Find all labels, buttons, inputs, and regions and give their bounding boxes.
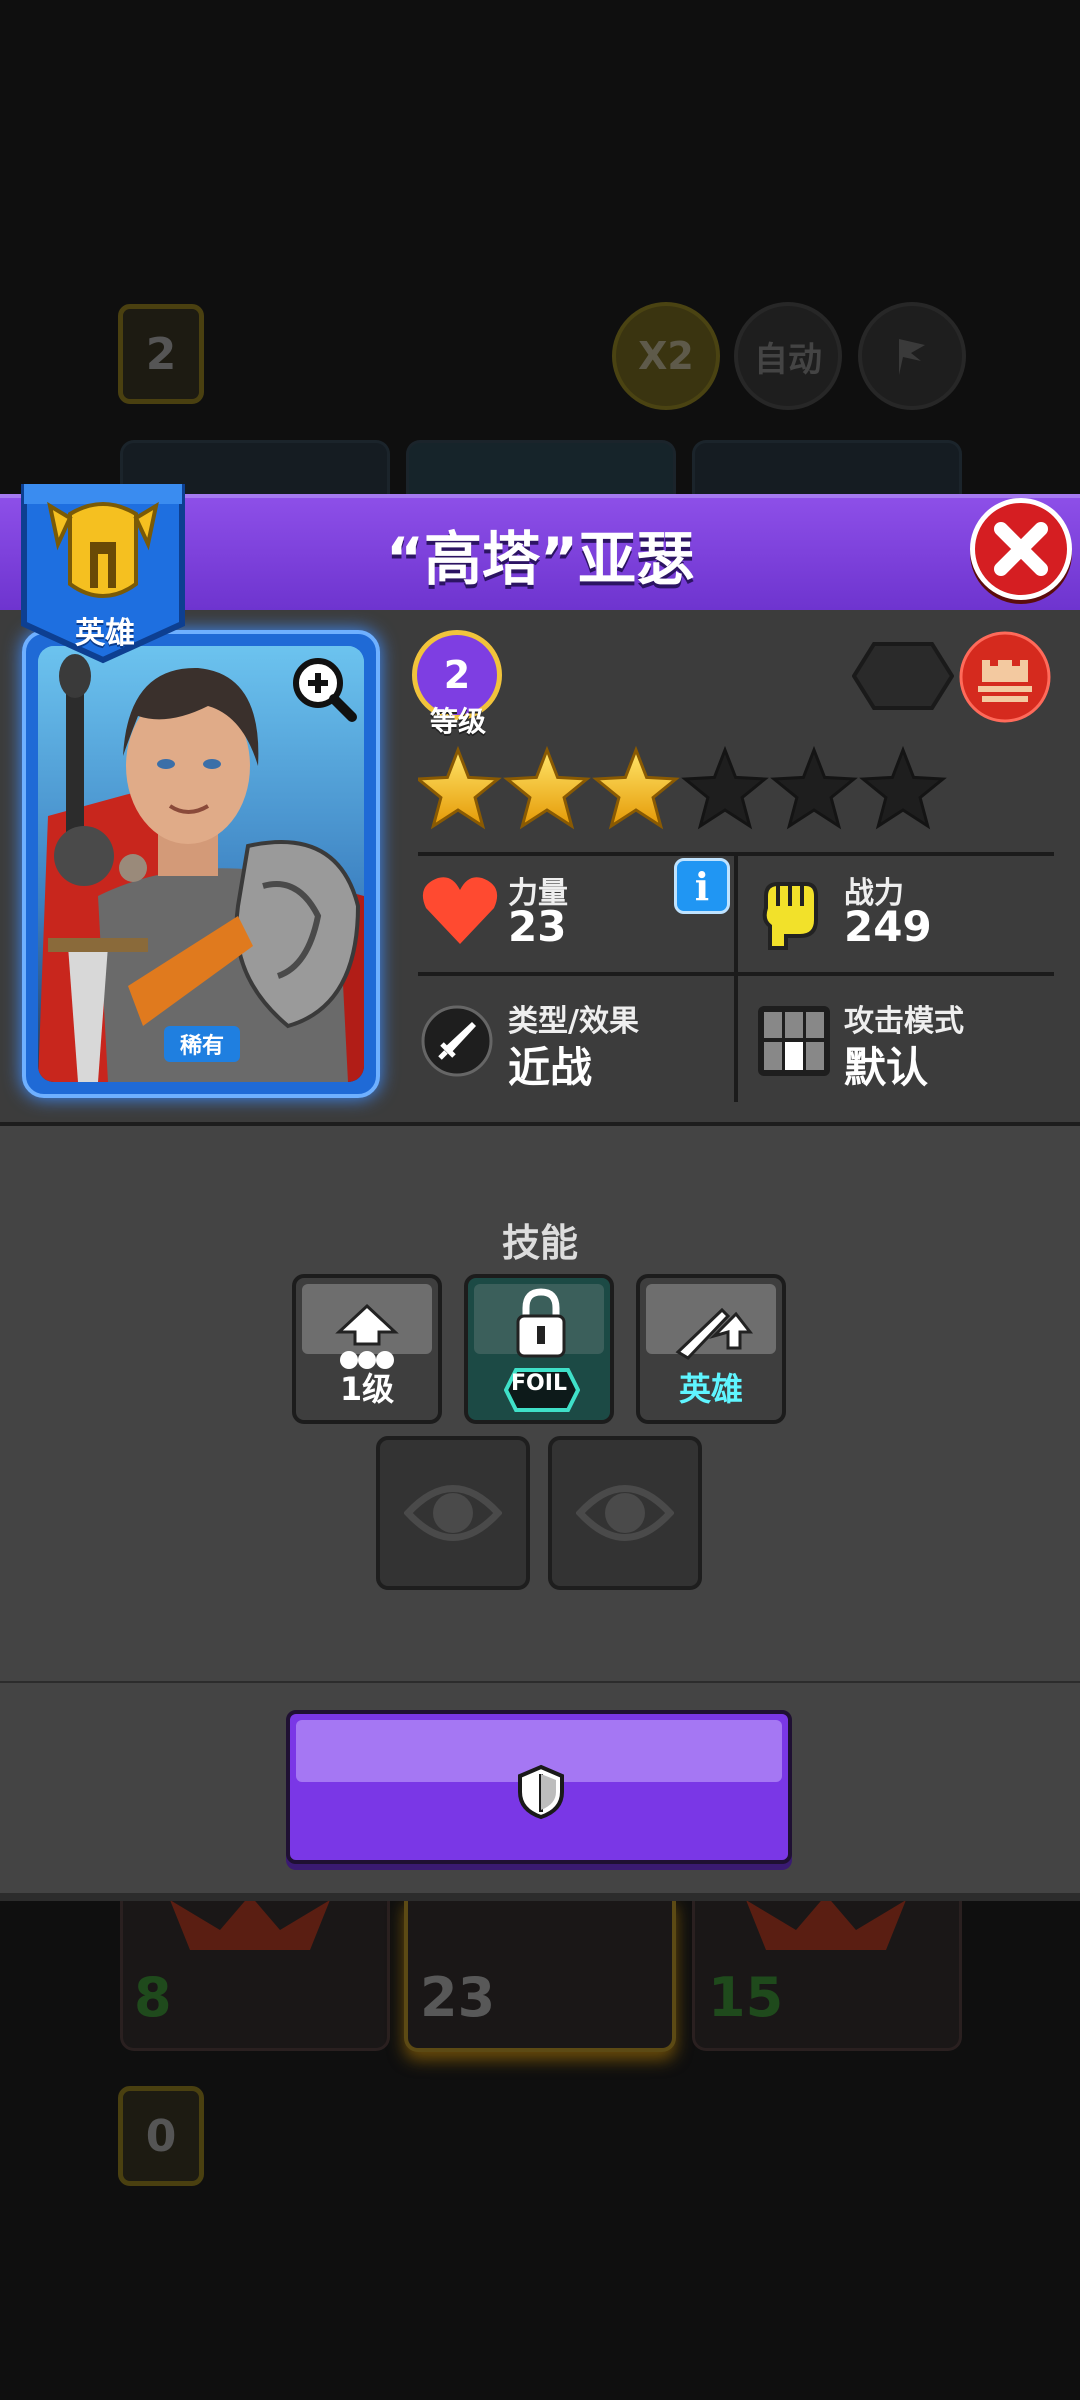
divider — [734, 856, 738, 1102]
empty-star-icon — [859, 746, 947, 830]
discard-count: 0 — [145, 2110, 177, 2162]
surrender-button — [858, 302, 966, 410]
shield-icon — [518, 1764, 564, 1820]
star-rating — [418, 746, 947, 830]
zoom-in-icon — [293, 658, 357, 722]
info-icon: i — [694, 863, 710, 909]
lock-icon — [516, 1288, 566, 1358]
attack-pattern-grid-icon — [758, 1006, 830, 1076]
skills-title: 技能 — [501, 1221, 578, 1265]
speed-button: X2 — [612, 302, 720, 410]
power-value: 23 — [508, 902, 567, 951]
skill-slot-level[interactable]: 1级 — [292, 1274, 442, 1424]
filled-star-icon — [592, 746, 680, 830]
equip-action-button[interactable] — [286, 1710, 792, 1864]
discard-count-badge: 0 — [118, 2086, 204, 2186]
filled-star-icon — [503, 746, 591, 830]
eye-icon — [576, 1485, 674, 1541]
combat-value: 249 — [844, 902, 932, 951]
divider — [0, 1893, 1080, 1901]
fist-icon — [762, 882, 818, 950]
close-button[interactable] — [970, 498, 1072, 600]
skill-caption: 英雄 — [678, 1370, 743, 1408]
skill-caption: 1级 — [339, 1370, 395, 1408]
upgrade-icon — [335, 1303, 399, 1369]
foil-label: FOIL — [511, 1371, 567, 1396]
empty-skill-slot[interactable] — [548, 1436, 702, 1590]
auto-button: 自动 — [734, 302, 842, 410]
empty-skill-slot[interactable] — [376, 1436, 530, 1590]
level-label: 等级 — [429, 705, 486, 738]
auto-label: 自动 — [754, 339, 822, 380]
class-label: 英雄 — [75, 616, 135, 651]
heart-icon — [422, 877, 498, 944]
speed-label: X2 — [638, 334, 694, 378]
skill-slot-hero[interactable]: 英雄 — [636, 1274, 786, 1424]
info-button[interactable]: i — [674, 858, 730, 914]
bg-card-value: 15 — [708, 1966, 784, 2029]
melee-sword-icon — [421, 1005, 493, 1077]
eye-icon — [404, 1485, 502, 1541]
empty-hex-slot-icon — [852, 642, 954, 710]
bg-card-value: 23 — [420, 1966, 496, 2029]
rarity-badge: 稀有 — [164, 1026, 240, 1062]
castle-faction-icon — [959, 631, 1051, 723]
filled-star-icon — [418, 746, 502, 830]
hero-skill-icon — [675, 1307, 754, 1360]
level-value: 2 — [443, 653, 471, 697]
type-value: 近战 — [508, 1043, 593, 1092]
deck-count: 2 — [145, 328, 177, 380]
flag-icon — [899, 339, 925, 375]
attack-mode-value: 默认 — [844, 1043, 929, 1092]
empty-star-icon — [681, 746, 769, 830]
empty-star-icon — [770, 746, 858, 830]
bg-card-value: 8 — [134, 1966, 172, 2029]
close-icon — [994, 522, 1048, 576]
skill-slot-foil[interactable]: FOIL — [464, 1274, 614, 1424]
deck-count-badge: 2 — [118, 304, 204, 404]
zoom-button[interactable] — [290, 655, 360, 725]
